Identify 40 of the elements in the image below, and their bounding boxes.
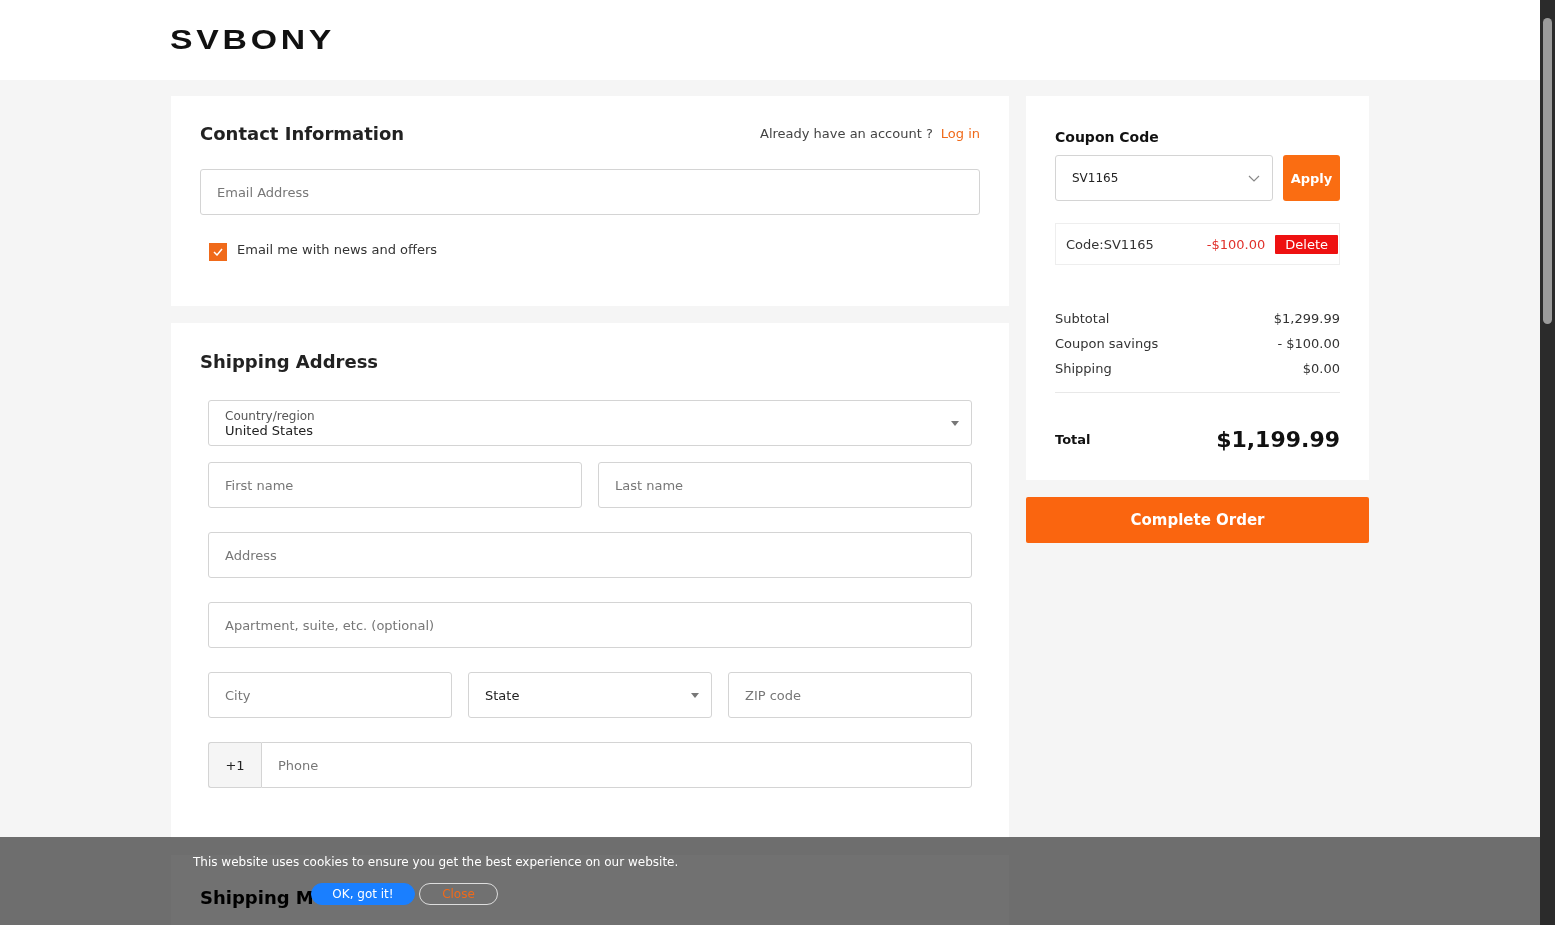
coupon-select[interactable]: SV1165 — [1055, 155, 1273, 201]
summary-label: Shipping — [1055, 361, 1112, 376]
summary-label: Coupon savings — [1055, 336, 1159, 351]
total-label: Total — [1055, 432, 1091, 447]
summary-value: $1,299.99 — [1273, 311, 1340, 326]
accept-button[interactable]: OK, got it! — [311, 883, 415, 905]
apartment-field[interactable]: Apartment, suite, etc. (optional) — [208, 602, 972, 648]
tick-icon — [213, 248, 223, 256]
last-name-field[interactable]: Last name — [598, 462, 972, 508]
address-field[interactable]: Address — [208, 532, 972, 578]
first-name-field[interactable]: First name — [208, 462, 582, 508]
newsletter-checkbox[interactable] — [209, 243, 227, 261]
apply-button[interactable]: Apply — [1283, 155, 1340, 201]
delete-button[interactable]: Delete — [1275, 234, 1338, 254]
phone-field[interactable]: Phone — [260, 742, 972, 788]
coupon-title: Coupon Code — [1055, 129, 1160, 145]
dropdown-caret-icon — [691, 692, 699, 698]
section-title: Contact Information — [200, 123, 405, 144]
section-title: Shipping Address — [200, 351, 380, 372]
total-value: $1,199.99 — [1216, 427, 1340, 452]
login-link[interactable]: Log in — [940, 126, 980, 141]
summary-value: - $100.00 — [1277, 336, 1340, 351]
brand-logo[interactable]: SVBONY — [170, 24, 336, 56]
zip-field[interactable]: ZIP code — [728, 672, 972, 718]
phone-prefix: +1 — [208, 742, 261, 788]
checkbox-label: Email me with news and offers — [237, 241, 438, 257]
coupon-code: Code:SV1165 — [1066, 236, 1155, 252]
account-prompt: Already have an account ? — [760, 126, 933, 141]
section-title: Shipping M — [200, 887, 314, 908]
summary-label: Subtotal — [1055, 311, 1110, 326]
cookie-message: This website uses cookies to ensure you get the best experience on our website. — [193, 855, 680, 869]
country-select[interactable]: Country/region United States — [208, 400, 972, 446]
dropdown-caret-icon — [951, 420, 959, 426]
email-field[interactable]: Email Address — [200, 169, 980, 215]
summary-value: $0.00 — [1302, 361, 1340, 376]
chevron-down-icon — [1248, 174, 1260, 182]
state-select[interactable]: State — [468, 672, 712, 718]
complete-order-button[interactable]: Complete Order — [1026, 497, 1369, 543]
city-field[interactable]: City — [208, 672, 452, 718]
coupon-amount: -$100.00 — [1206, 236, 1266, 252]
